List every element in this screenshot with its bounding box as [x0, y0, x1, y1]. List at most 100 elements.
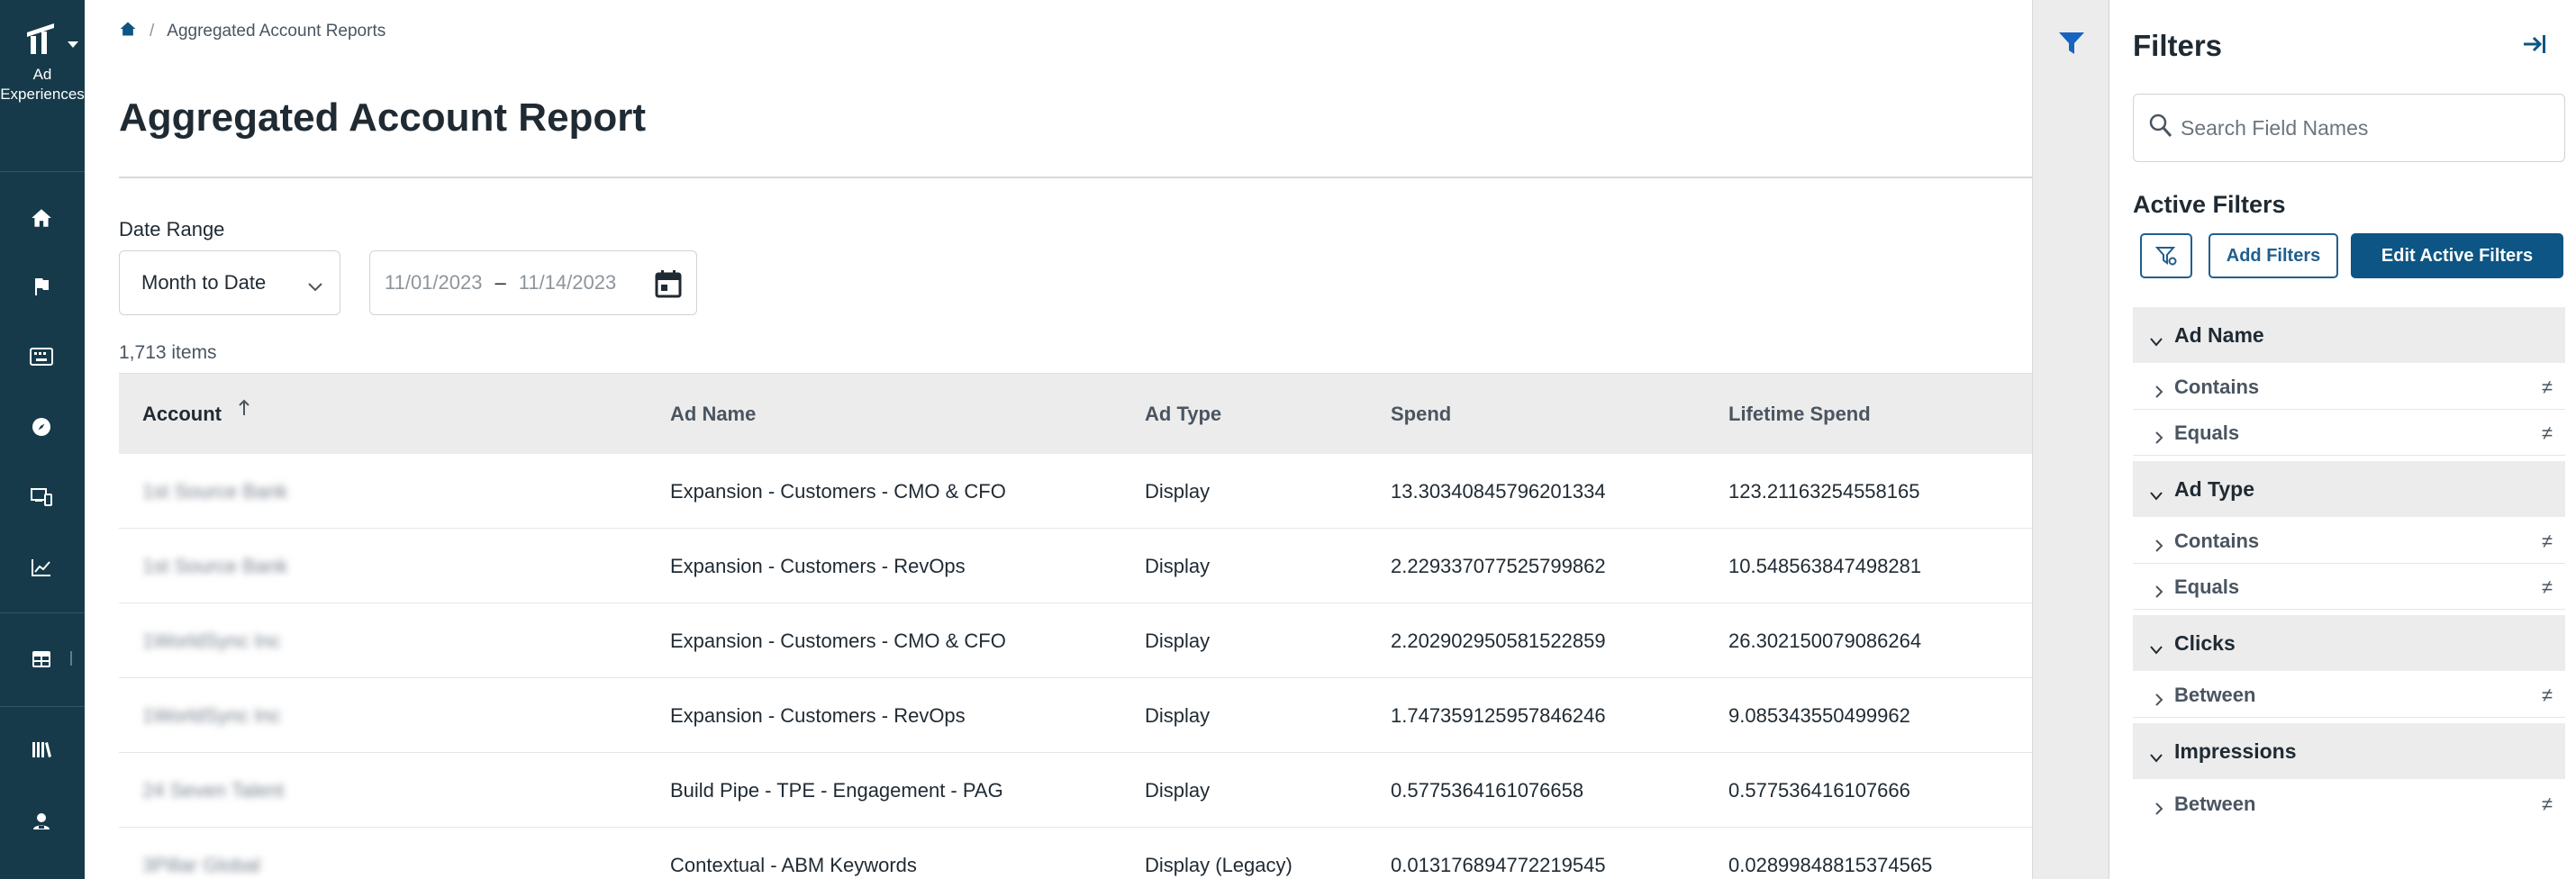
clear-filters-button[interactable] — [2140, 233, 2192, 278]
keyboard-icon — [30, 348, 53, 366]
filter-condition-row[interactable]: Contains ≠ — [2133, 365, 2565, 410]
chevron-down-icon — [307, 275, 323, 298]
not-equal-icon[interactable]: ≠ — [2542, 575, 2553, 599]
cell-ad-type: Display — [1145, 554, 1211, 577]
nav-item-analytics[interactable] — [23, 549, 59, 585]
filter-condition-row[interactable]: Equals ≠ — [2133, 411, 2565, 456]
nav-item-explore[interactable] — [23, 409, 59, 445]
date-separator: – — [494, 271, 506, 294]
cell-spend: 2.202902950581522859 — [1391, 629, 1606, 652]
filter-funnel-icon[interactable] — [2058, 31, 2085, 60]
column-header-ad-name[interactable]: Ad Name — [670, 374, 756, 455]
filters-title: Filters — [2133, 29, 2223, 62]
chevron-down-icon — [2149, 637, 2163, 661]
date-range-label: Date Range — [119, 218, 225, 240]
collapse-panel-icon[interactable] — [2522, 32, 2547, 60]
sort-ascending-icon[interactable] — [238, 399, 250, 422]
filter-group-ad-name[interactable]: Ad Name — [2133, 307, 2565, 363]
not-equal-icon[interactable]: ≠ — [2542, 793, 2553, 816]
line-chart-icon — [32, 559, 50, 576]
main-content: / Aggregated Account Reports Aggregated … — [85, 0, 2032, 879]
not-equal-icon[interactable]: ≠ — [2542, 421, 2553, 445]
table-row[interactable]: 24 Seven Talent Build Pipe - TPE - Engag… — [119, 753, 2032, 828]
brand-label-line1: Ad — [32, 66, 52, 83]
table-row[interactable]: 3Pillar Global Contextual - ABM Keywords… — [119, 828, 2032, 879]
nav-item-profile[interactable] — [23, 803, 59, 839]
calendar-icon[interactable] — [655, 269, 682, 304]
nav-resize-handle[interactable] — [70, 651, 74, 666]
nav-item-library[interactable] — [23, 731, 59, 767]
user-badge-icon — [33, 813, 50, 829]
cell-account: 1st Source Bank — [142, 554, 288, 577]
not-equal-icon[interactable]: ≠ — [2542, 530, 2553, 553]
nav-item-reports[interactable] — [23, 641, 59, 677]
chevron-right-icon — [2154, 689, 2163, 712]
field-search-input[interactable] — [2181, 115, 2541, 140]
cell-spend: 1.747359125957846246 — [1391, 703, 1606, 727]
table-row[interactable]: 1st Source Bank Expansion - Customers - … — [119, 454, 2032, 529]
date-range-picker[interactable]: 11/01/2023 – 11/14/2023 — [369, 250, 697, 315]
caret-down-icon — [67, 38, 79, 54]
date-range-select[interactable]: Month to Date — [119, 250, 340, 315]
breadcrumb: / Aggregated Account Reports — [119, 20, 385, 43]
flag-icon — [35, 278, 49, 295]
filter-condition-row[interactable]: Between ≠ — [2133, 782, 2565, 827]
breadcrumb-separator: / — [150, 22, 155, 41]
cell-ad-type: Display — [1145, 479, 1211, 503]
nav-item-ads[interactable] — [23, 339, 59, 375]
report-table: Account Ad Name Ad Type Spend Lifetime S… — [119, 373, 2032, 879]
filter-settings-icon — [2155, 247, 2177, 266]
nav-divider — [0, 171, 85, 172]
page-title: Aggregated Account Report — [119, 95, 647, 140]
nav-divider — [0, 612, 85, 613]
cell-lifetime-spend: 123.21163254558165 — [1728, 479, 1920, 503]
cell-lifetime-spend: 0.577536416107666 — [1728, 778, 1910, 802]
filter-condition-row[interactable]: Contains ≠ — [2133, 519, 2565, 564]
cell-lifetime-spend: 0.02899848815374565 — [1728, 853, 1933, 876]
filter-condition-row[interactable]: Between ≠ — [2133, 673, 2565, 718]
filter-group-impressions[interactable]: Impressions — [2133, 723, 2565, 779]
filter-group-ad-type[interactable]: Ad Type — [2133, 461, 2565, 517]
chevron-down-icon — [2149, 745, 2163, 769]
nav-item-devices[interactable] — [23, 479, 59, 515]
column-header-lifetime-spend[interactable]: Lifetime Spend — [1728, 374, 1871, 455]
cell-spend: 13.30340845796201334 — [1391, 479, 1606, 503]
column-header-spend[interactable]: Spend — [1391, 374, 1451, 455]
not-equal-icon[interactable]: ≠ — [2542, 376, 2553, 399]
table-row[interactable]: 1st Source Bank Expansion - Customers - … — [119, 529, 2032, 603]
cell-account: 1st Source Bank — [142, 479, 288, 503]
chevron-down-icon — [2149, 483, 2163, 507]
active-filters-title: Active Filters — [2133, 191, 2286, 218]
table-row[interactable]: 1WorldSync Inc Expansion - Customers - C… — [119, 603, 2032, 678]
end-date[interactable]: 11/14/2023 — [519, 271, 616, 295]
cell-lifetime-spend: 9.085343550499962 — [1728, 703, 1910, 727]
cell-ad-name: Build Pipe - TPE - Engagement - PAG — [670, 778, 1003, 802]
home-icon[interactable] — [119, 20, 137, 43]
table-icon — [32, 651, 50, 667]
cell-ad-type: Display — [1145, 629, 1211, 652]
left-nav: Ad Experiences — [0, 0, 85, 879]
chevron-down-icon — [2149, 329, 2163, 353]
add-filters-button[interactable]: Add Filters — [2209, 233, 2338, 278]
cell-ad-name: Expansion - Customers - RevOps — [670, 703, 966, 727]
cell-ad-name: Expansion - Customers - RevOps — [670, 554, 966, 577]
app-switcher[interactable]: Ad Experiences — [0, 16, 85, 106]
field-search-box — [2133, 94, 2565, 162]
filter-group-clicks[interactable]: Clicks — [2133, 615, 2565, 671]
column-header-ad-type[interactable]: Ad Type — [1145, 374, 1221, 455]
chevron-right-icon — [2154, 535, 2163, 558]
column-header-account[interactable]: Account — [142, 374, 250, 455]
cell-spend: 0.013176894772219545 — [1391, 853, 1606, 876]
filters-panel: Filters Active Filters Add Filters Edit … — [2109, 0, 2576, 879]
cell-lifetime-spend: 26.302150079086264 — [1728, 629, 1922, 652]
not-equal-icon[interactable]: ≠ — [2542, 684, 2553, 707]
breadcrumb-current: Aggregated Account Reports — [167, 22, 386, 41]
compass-icon — [32, 418, 50, 436]
edit-active-filters-button[interactable]: Edit Active Filters — [2351, 233, 2563, 278]
nav-item-campaigns[interactable] — [23, 268, 59, 304]
filter-condition-row[interactable]: Equals ≠ — [2133, 565, 2565, 610]
table-row[interactable]: 1WorldSync Inc Expansion - Customers - R… — [119, 678, 2032, 753]
devices-icon — [31, 488, 52, 506]
start-date[interactable]: 11/01/2023 — [385, 271, 482, 295]
nav-item-home[interactable] — [23, 200, 59, 236]
